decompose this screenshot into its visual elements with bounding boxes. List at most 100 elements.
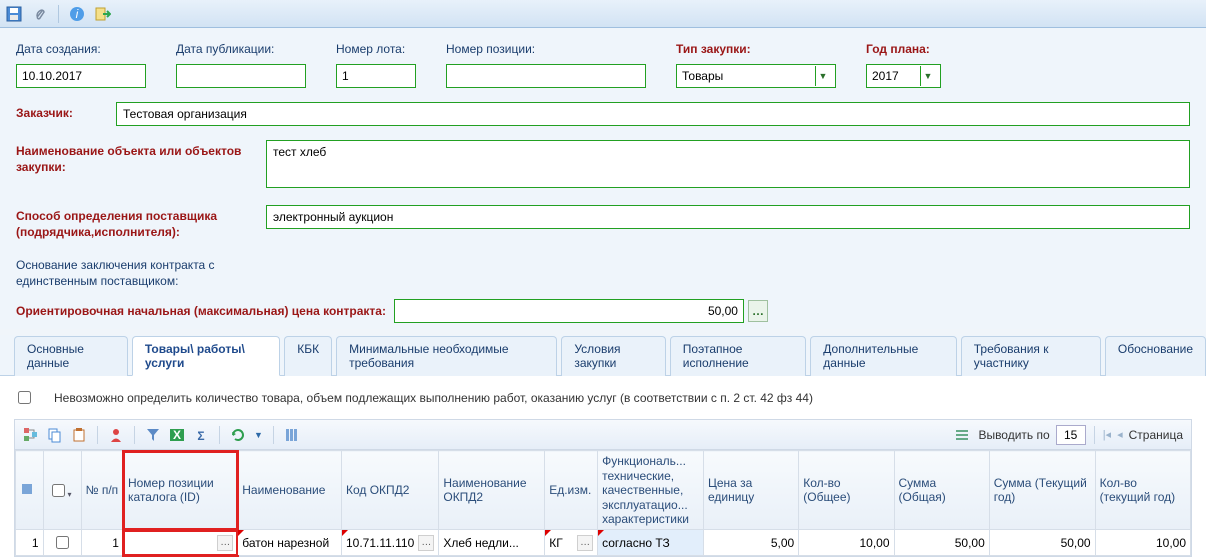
cell-okpd2[interactable]: 10.71.11.110… [341,530,438,556]
excel-icon[interactable]: X [169,427,185,443]
chevron-down-icon: ▼ [920,66,935,86]
tab-3[interactable]: Минимальные необходимые требования [336,336,557,376]
form-area: Дата создания: Дата публикации: Номер ло… [0,28,1206,329]
goods-grid: ▾ № п/п Номер позиции каталога (ID) Наим… [15,450,1191,556]
attach-icon[interactable] [32,6,48,22]
col-okpd2[interactable]: Код ОКПД2 [341,451,438,530]
field-purch-type: Тип закупки: Товары ▼ [676,42,836,88]
price-lookup-button[interactable]: … [748,300,768,322]
input-pos-num[interactable] [446,64,646,88]
tab-7[interactable]: Требования к участнику [961,336,1101,376]
chevron-down-icon: ▼ [815,66,830,86]
cell-catalog-id[interactable]: … [123,530,237,556]
header-checkbox[interactable] [52,484,65,497]
input-pub-date[interactable] [176,64,306,88]
row-checkbox[interactable] [56,536,69,549]
okpd2-lookup-button[interactable]: … [418,535,434,551]
col-num[interactable]: № п/п [81,451,123,530]
cell-unit-price[interactable]: 5,00 [703,530,798,556]
separator [219,426,220,444]
col-settings[interactable] [16,451,44,530]
catalog-lookup-button[interactable]: … [217,535,233,551]
tab-5[interactable]: Поэтапное исполнение [670,336,806,376]
info-icon[interactable]: i [69,6,85,22]
svg-text:X: X [173,428,181,442]
cell-okpd2name: Хлеб недли... [439,530,545,556]
impossible-qty-checkbox[interactable] [18,391,31,404]
label-method: Способ определения поставщика (подрядчик… [16,205,266,240]
tab-0[interactable]: Основные данные [14,336,128,376]
columns-icon[interactable] [284,427,300,443]
col-func-char[interactable]: Функциональ... технические, качественные… [598,451,704,530]
select-purch-type-value: Товары [682,69,723,83]
col-name[interactable]: Наименование [238,451,342,530]
top-toolbar: i [0,0,1206,28]
svg-text:i: i [76,7,79,21]
label-obj-name: Наименование объекта или объектов закупк… [16,140,266,175]
label-pos-num: Номер позиции: [446,42,646,56]
save-icon[interactable] [6,6,22,22]
cell-qty-year[interactable]: 10,00 [1095,530,1190,556]
copy-icon[interactable] [47,427,63,443]
cell-sum-total[interactable]: 50,00 [894,530,989,556]
col-sum-year[interactable]: Сумма (Текущий год) [989,451,1095,530]
svg-text:Σ: Σ [197,429,204,443]
col-okpd2name[interactable]: Наименование ОКПД2 [439,451,545,530]
impossible-qty-label: Невозможно определить количество товара,… [54,391,813,405]
col-sum-total[interactable]: Сумма (Общая) [894,451,989,530]
row-obj-name: Наименование объекта или объектов закупк… [16,140,1190,191]
col-checkbox[interactable]: ▾ [43,451,81,530]
grid-toolbar: X Σ ▼ Выводить по |◂ ◂ Страница [15,420,1191,450]
col-unit-price[interactable]: Цена за единицу [703,451,798,530]
row-customer: Заказчик: [16,102,1190,126]
label-customer: Заказчик: [16,102,116,122]
toolbar-separator [58,5,59,23]
grid-wrapper: X Σ ▼ Выводить по |◂ ◂ Страница [14,419,1192,557]
tab-2[interactable]: КБК [284,336,332,376]
col-qty-total[interactable]: Кол-во (Общее) [799,451,894,530]
select-plan-year[interactable]: 2017 ▼ [866,64,941,88]
paste-icon[interactable] [71,427,87,443]
tree-icon[interactable] [23,427,39,443]
label-lot-num: Номер лота: [336,42,416,56]
per-page-label: Выводить по [978,428,1049,442]
cell-name[interactable]: батон нарезной [238,530,342,556]
per-page-input[interactable] [1056,425,1086,445]
col-qty-year[interactable]: Кол-во (текущий год) [1095,451,1190,530]
col-uom[interactable]: Ед.изм. [545,451,598,530]
exit-icon[interactable] [95,6,111,22]
separator [273,426,274,444]
cell-sum-year[interactable]: 50,00 [989,530,1095,556]
input-price[interactable] [394,299,744,323]
label-purch-type: Тип закупки: [676,42,836,56]
tab-8[interactable]: Обоснование [1105,336,1206,376]
filter-user-icon[interactable] [108,427,124,443]
list-icon[interactable] [954,427,970,443]
tab-1[interactable]: Товары\ работы\ услуги [132,336,280,376]
field-pub-date: Дата публикации: [176,42,306,88]
tabstrip: Основные данные Товары\ работы\ услуги К… [0,335,1206,376]
col-catalog-id[interactable]: Номер позиции каталога (ID) [123,451,237,530]
first-page-icon[interactable]: |◂ [1103,428,1111,441]
funnel-icon[interactable] [145,427,161,443]
input-customer[interactable] [116,102,1190,126]
select-purch-type[interactable]: Товары ▼ [676,64,836,88]
uom-lookup-button[interactable]: … [577,535,593,551]
grid-row[interactable]: 1 1 … батон нарезной 10.71.11.110… Хлеб … [16,530,1191,556]
cell-qty-total[interactable]: 10,00 [799,530,894,556]
cell-func-char[interactable]: согласно ТЗ [598,530,704,556]
impossible-qty-line: Невозможно определить количество товара,… [14,388,1192,407]
input-create-date[interactable] [16,64,146,88]
row-index: 1 [16,530,44,556]
tab-4[interactable]: Условия закупки [561,336,665,376]
tab-6[interactable]: Дополнительные данные [810,336,956,376]
input-method[interactable] [266,205,1190,229]
textarea-obj-name[interactable]: тест хлеб [266,140,1190,188]
input-lot-num[interactable] [336,64,416,88]
field-pos-num: Номер позиции: [446,42,646,88]
sigma-icon[interactable]: Σ [193,427,209,443]
grid-header-row: ▾ № п/п Номер позиции каталога (ID) Наим… [16,451,1191,530]
refresh-icon[interactable] [230,427,246,443]
prev-page-icon[interactable]: ◂ [1117,428,1123,441]
cell-uom[interactable]: КГ… [545,530,598,556]
